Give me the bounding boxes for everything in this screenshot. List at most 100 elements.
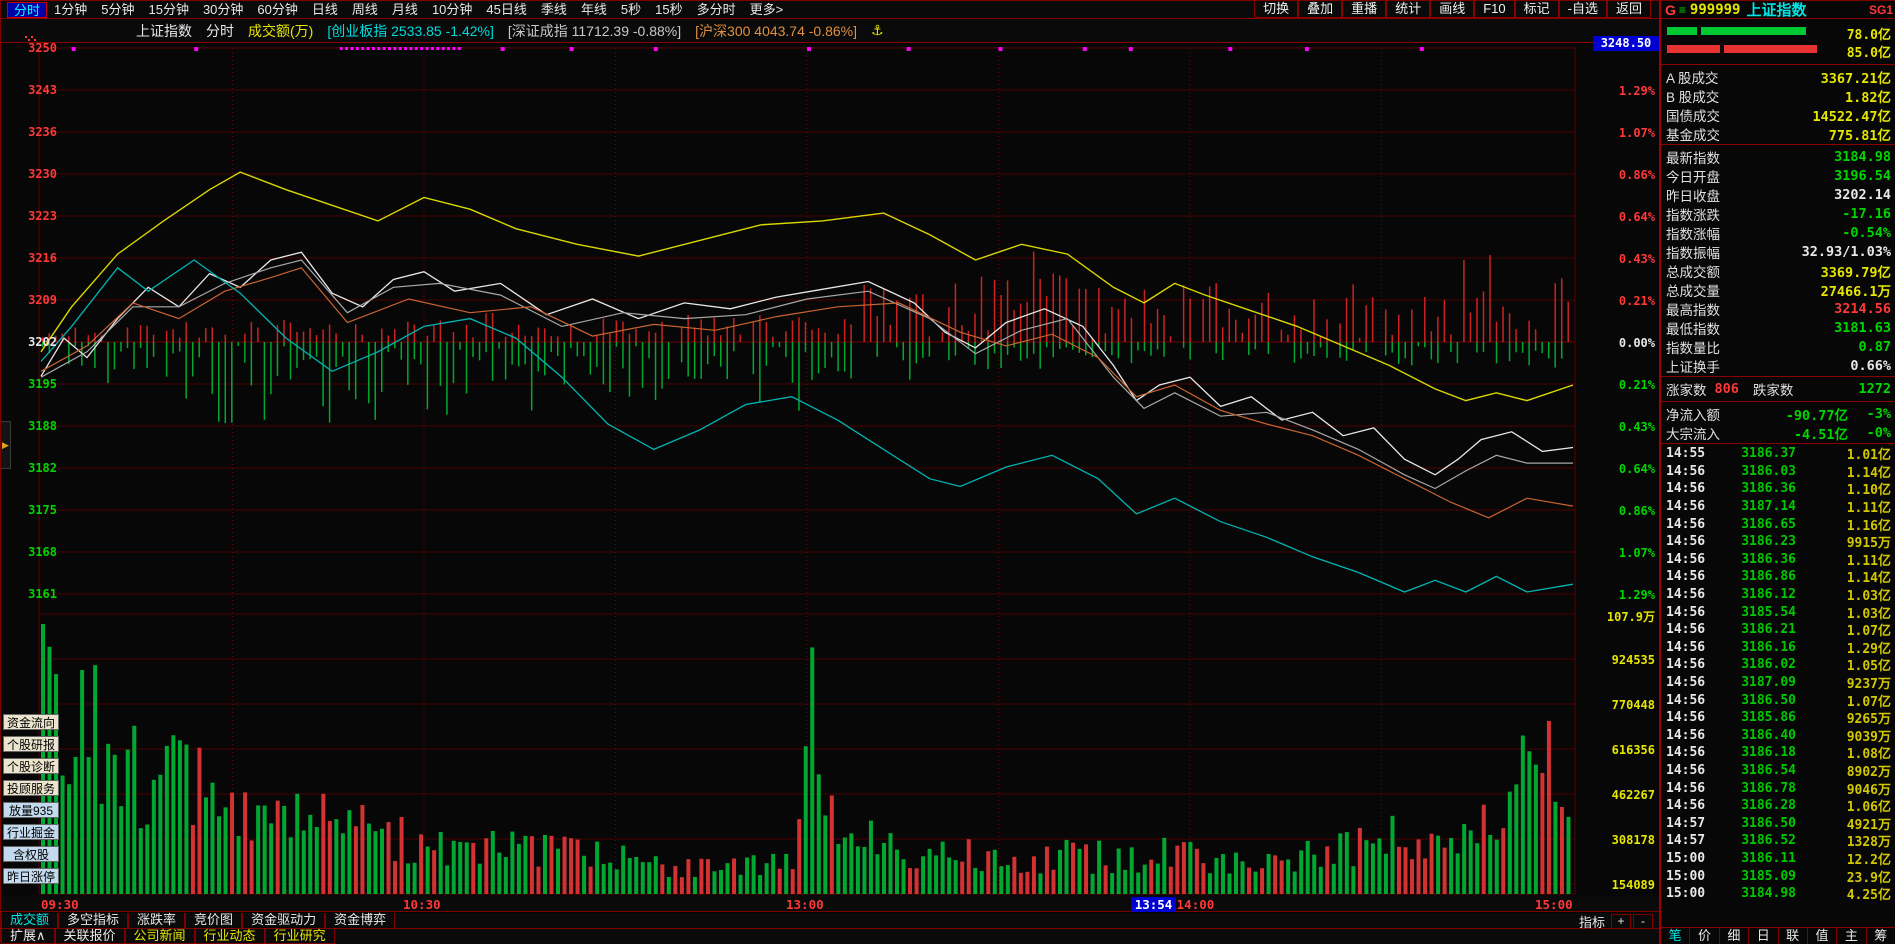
dock-button-放量935[interactable]: 放量935	[3, 802, 59, 818]
tick-row-26[interactable]: 15:00 3184.98 4.25亿	[1661, 885, 1895, 903]
tick-row-16[interactable]: 14:56 3185.86 9265万	[1661, 709, 1895, 727]
dock-button-投顾服务[interactable]: 投顾服务	[3, 780, 59, 796]
tick-row-7[interactable]: 14:56 3186.36 1.11亿	[1661, 551, 1895, 569]
tick-row-22[interactable]: 14:57 3186.50 4921万	[1661, 815, 1895, 833]
tick-row-2[interactable]: 14:56 3186.03 1.14亿	[1661, 463, 1895, 481]
dock-button-个股诊断[interactable]: 个股诊断	[3, 758, 59, 774]
toolbar-button-9[interactable]: 返回	[1606, 1, 1651, 18]
toolbar-button-3[interactable]: 重播	[1342, 1, 1387, 18]
tick-row-8[interactable]: 14:56 3186.86 1.14亿	[1661, 568, 1895, 586]
tab-涨跌率[interactable]: 涨跌率	[128, 913, 186, 929]
menu-item-16[interactable]: 多分时	[690, 2, 743, 18]
toolbar-button-4[interactable]: 统计	[1386, 1, 1431, 18]
dock-button-资金流向[interactable]: 资金流向	[3, 714, 59, 730]
tick-row-18[interactable]: 14:56 3186.18 1.08亿	[1661, 744, 1895, 762]
panel-tab-主[interactable]: 主	[1837, 928, 1867, 944]
menu-item-3[interactable]: 5分钟	[94, 2, 141, 18]
pressure-up-bar	[335, 333, 337, 342]
tab-关联报价[interactable]: 关联报价	[54, 929, 125, 944]
panel-tab-细[interactable]: 细	[1720, 928, 1750, 944]
toolbar-button-2[interactable]: 叠加	[1298, 1, 1343, 18]
dock-button-含权股[interactable]: 含权股	[3, 846, 59, 862]
panel-tab-筹[interactable]: 筹	[1867, 928, 1895, 944]
pressure-down-bar	[1456, 342, 1459, 364]
magenta-dot	[366, 47, 370, 50]
toolbar-button-6[interactable]: F10	[1474, 1, 1515, 18]
tick-row-15[interactable]: 14:56 3186.50 1.07亿	[1661, 691, 1895, 710]
header-item-2[interactable]: 分时	[206, 21, 234, 41]
toolbar-button-5[interactable]: 画线	[1430, 1, 1475, 18]
intraday-chart[interactable]: 3250 3243 3236 3230 3223 3216 3209 3202 3195 3188…	[1, 36, 1659, 896]
tick-row-11[interactable]: 14:56 3186.21 1.07亿	[1661, 621, 1895, 639]
flow-pct: -0%	[1866, 424, 1891, 441]
header-item-1[interactable]: 上证指数	[136, 21, 192, 41]
dock-button-个股研报[interactable]: 个股研报	[3, 736, 59, 752]
menu-item-15[interactable]: 15秒	[648, 2, 689, 18]
pressure-down-bar	[270, 342, 272, 395]
menu-item-17[interactable]: 更多>	[743, 2, 791, 18]
pressure-down-bar	[420, 342, 422, 365]
menu-item-12[interactable]: 季线	[534, 2, 574, 18]
tick-row-5[interactable]: 14:56 3186.65 1.16亿	[1661, 515, 1895, 534]
panel-tab-值[interactable]: 值	[1808, 928, 1838, 944]
tick-row-12[interactable]: 14:56 3186.16 1.29亿	[1661, 639, 1895, 657]
panel-tab-日[interactable]: 日	[1749, 928, 1779, 944]
menu-item-4[interactable]: 15分钟	[141, 2, 195, 18]
pressure-down-bar	[1437, 342, 1439, 363]
dock-button-昨日涨停[interactable]: 昨日涨停	[3, 868, 59, 884]
menu-item-11[interactable]: 45日线	[479, 2, 533, 18]
pressure-up-bar	[1098, 288, 1100, 342]
indicator-remove-button[interactable]: -	[1633, 913, 1653, 929]
menu-item-14[interactable]: 5秒	[614, 2, 648, 18]
tab-行业动态[interactable]: 行业动态	[194, 929, 265, 944]
expand-handle-icon[interactable]: ▶	[1, 421, 11, 469]
tab-竞价图[interactable]: 竞价图	[185, 913, 243, 929]
toolbar-button-1[interactable]: 切换	[1254, 1, 1299, 18]
menu-item-8[interactable]: 周线	[345, 2, 385, 18]
menu-item-13[interactable]: 年线	[574, 2, 614, 18]
tick-row-1[interactable]: 14:55 3186.37 1.01亿	[1661, 445, 1895, 463]
tick-row-19[interactable]: 14:56 3186.54 8902万	[1661, 762, 1895, 780]
tick-row-3[interactable]: 14:56 3186.36 1.10亿	[1661, 480, 1895, 498]
tick-row-21[interactable]: 14:56 3186.28 1.06亿	[1661, 797, 1895, 815]
tick-row-9[interactable]: 14:56 3186.12 1.03亿	[1661, 586, 1895, 604]
chart-canvas[interactable]	[1, 43, 1659, 896]
tick-row-10[interactable]: 14:56 3185.54 1.03亿	[1661, 603, 1895, 622]
volume-bar	[1494, 839, 1499, 894]
hamburger-icon[interactable]: ≡	[1679, 3, 1686, 17]
tab-资金驱动力[interactable]: 资金驱动力	[242, 913, 326, 929]
menu-item-5[interactable]: 30分钟	[196, 2, 250, 18]
tick-row-6[interactable]: 14:56 3186.23 9915万	[1661, 533, 1895, 551]
menu-item-6[interactable]: 60分钟	[250, 2, 304, 18]
panel-tab-联[interactable]: 联	[1779, 928, 1808, 944]
volume-bar	[86, 757, 91, 894]
tick-row-23[interactable]: 14:57 3186.52 1328万	[1661, 832, 1895, 850]
tab-行业研究[interactable]: 行业研究	[264, 929, 335, 944]
tab-扩展∧[interactable]: 扩展∧	[1, 929, 55, 944]
tick-row-20[interactable]: 14:56 3186.78 9046万	[1661, 779, 1895, 798]
dock-button-行业掘金[interactable]: 行业掘金	[3, 824, 59, 840]
tick-row-17[interactable]: 14:56 3186.40 9039万	[1661, 727, 1895, 745]
tick-row-24[interactable]: 15:00 3186.11 12.2亿	[1661, 850, 1895, 868]
up-count-label: 涨家数	[1666, 383, 1707, 398]
tab-多空指标[interactable]: 多空指标	[58, 913, 129, 929]
tick-row-13[interactable]: 14:56 3186.02 1.05亿	[1661, 656, 1895, 674]
anchor-icon[interactable]: ⚓	[871, 22, 884, 39]
menu-item-1[interactable]: 分时	[7, 1, 48, 18]
tab-资金博弈[interactable]: 资金博弈	[325, 913, 396, 929]
tab-成交额[interactable]: 成交额	[1, 913, 59, 929]
volume-bar	[119, 806, 124, 894]
menu-item-7[interactable]: 日线	[305, 2, 345, 18]
menu-item-2[interactable]: 1分钟	[47, 2, 94, 18]
menu-item-10[interactable]: 10分钟	[425, 2, 479, 18]
menu-item-9[interactable]: 月线	[385, 2, 425, 18]
tick-row-4[interactable]: 14:56 3187.14 1.11亿	[1661, 498, 1895, 516]
panel-tab-笔[interactable]: 笔	[1661, 928, 1691, 944]
tick-row-14[interactable]: 14:56 3187.09 9237万	[1661, 674, 1895, 692]
panel-tab-价[interactable]: 价	[1690, 928, 1720, 944]
tab-公司新闻[interactable]: 公司新闻	[124, 929, 195, 944]
indicator-add-button[interactable]: +	[1611, 913, 1631, 929]
toolbar-button-8[interactable]: -自选	[1558, 1, 1607, 18]
toolbar-button-7[interactable]: 标记	[1514, 1, 1559, 18]
tick-row-25[interactable]: 15:00 3185.09 23.9亿	[1661, 867, 1895, 886]
